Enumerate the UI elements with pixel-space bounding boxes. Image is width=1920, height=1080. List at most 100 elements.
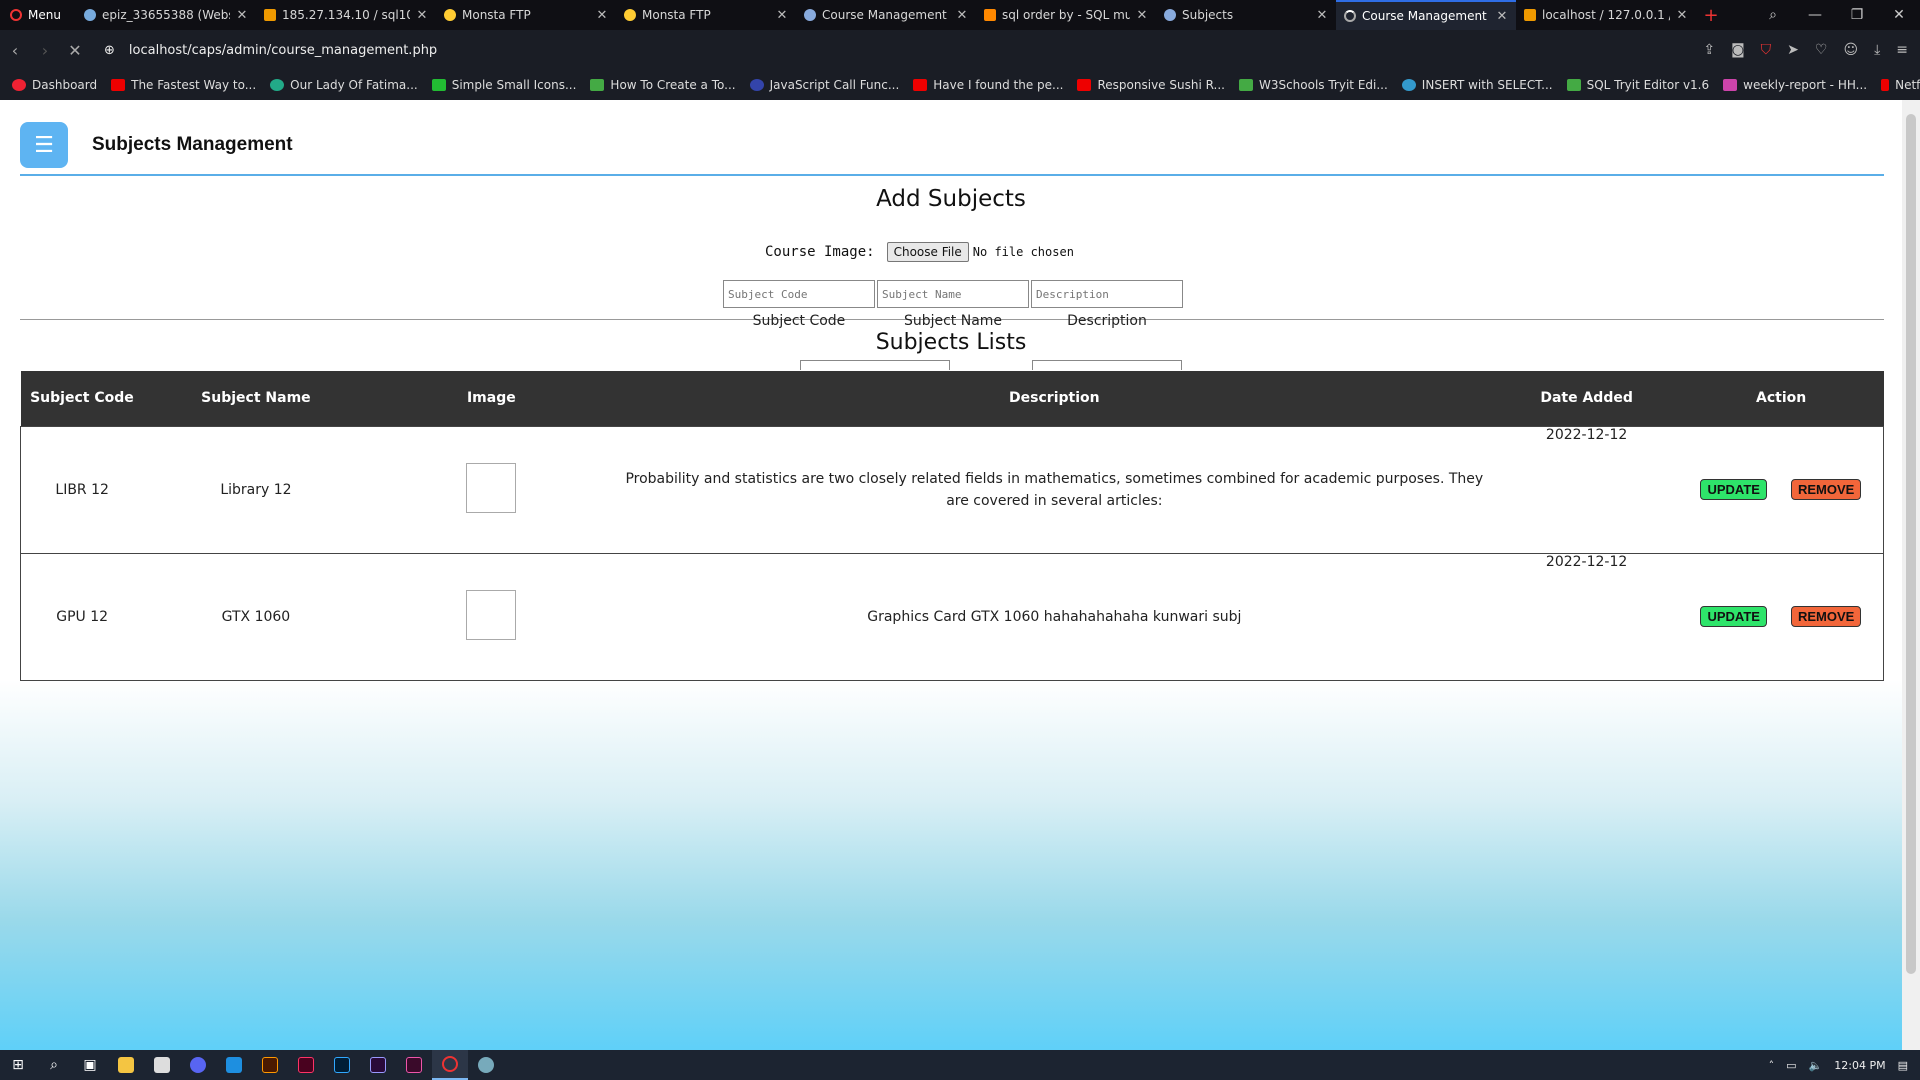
date-added-cell: 2022-12-12 (1545, 426, 1628, 443)
close-window-icon[interactable]: ✕ (1878, 0, 1920, 30)
vscode-icon[interactable] (216, 1050, 252, 1080)
easy-setup-icon[interactable]: ≡ (1896, 42, 1908, 58)
bookmark-item[interactable]: Simple Small Icons... (431, 78, 576, 92)
description-input[interactable] (1031, 280, 1183, 308)
image-cell (369, 426, 615, 553)
description-label: Description (1067, 313, 1147, 329)
remove-button[interactable]: REMOVE (1790, 479, 1862, 500)
bookmark-label: Our Lady Of Fatima... (290, 78, 418, 92)
windows-start-icon[interactable]: ⊞ (0, 1050, 36, 1080)
opera-taskbar-icon[interactable] (432, 1050, 468, 1080)
minimize-icon[interactable]: — (1794, 0, 1836, 30)
bookmark-item[interactable]: How To Create a To... (590, 78, 736, 92)
chevron-up-icon[interactable]: ˄ (1769, 1059, 1775, 1072)
site-info-icon[interactable]: ⊕ (104, 43, 115, 58)
forward-icon[interactable]: › (30, 41, 60, 60)
bookmark-item[interactable]: Responsive Sushi R... (1077, 78, 1225, 92)
volume-icon[interactable]: 🔈 (1809, 1059, 1823, 1072)
stop-loading-icon[interactable]: ✕ (60, 41, 90, 60)
close-icon[interactable]: ✕ (1316, 8, 1328, 23)
close-icon[interactable]: ✕ (416, 8, 428, 23)
bookmark-item[interactable]: SQL Tryit Editor v1.6 (1566, 78, 1709, 92)
tab-monsta-ftp-1[interactable]: Monsta FTP ✕ (436, 0, 616, 30)
profile-icon[interactable]: ☺ (1843, 42, 1858, 58)
bookmark-item[interactable]: INSERT with SELECT... (1401, 78, 1553, 92)
search-icon[interactable]: ⌕ (36, 1050, 72, 1080)
share-icon[interactable]: ⇪ (1703, 42, 1715, 58)
bookmark-item[interactable]: Our Lady Of Fatima... (270, 78, 418, 92)
column-header: Description (1009, 390, 1100, 407)
close-icon[interactable]: ✕ (776, 8, 788, 23)
back-icon[interactable]: ‹ (0, 41, 30, 60)
bookmark-item[interactable]: weekly-report - HH... (1723, 78, 1867, 92)
monsta-icon (444, 9, 456, 21)
close-icon[interactable]: ✕ (596, 8, 608, 23)
restore-icon[interactable]: ❐ (1836, 0, 1878, 30)
send-icon[interactable]: ➤ (1787, 42, 1799, 58)
tab-course-management-active[interactable]: Course Management ✕ (1336, 0, 1516, 30)
bookmark-item[interactable]: Have I found the pe... (913, 78, 1063, 92)
no-file-chosen-text: No file chosen (972, 245, 1074, 259)
task-view-icon[interactable]: ▣ (72, 1050, 108, 1080)
bookmark-item[interactable]: W3Schools Tryit Edi... (1238, 78, 1388, 92)
search-icon[interactable]: ⌕ (1752, 0, 1794, 30)
subject-code-input[interactable] (723, 280, 875, 308)
column-header: Image (466, 390, 516, 407)
close-icon[interactable]: ✕ (1136, 8, 1148, 23)
page-scrollbar[interactable] (1902, 100, 1920, 1050)
bookmark-item[interactable]: Dashboard (12, 78, 97, 92)
camera-icon[interactable]: ◙ (1731, 42, 1745, 58)
notification-icon[interactable]: ▤ (1898, 1059, 1908, 1072)
remove-button[interactable]: REMOVE (1790, 606, 1862, 627)
bookmark-favicon-icon (431, 79, 446, 91)
tab-monsta-ftp-2[interactable]: Monsta FTP ✕ (616, 0, 796, 30)
subject-name-label: Subject Name (903, 313, 1003, 329)
description-cell: Probability and statistics are two close… (625, 470, 1484, 509)
tab-subjects[interactable]: Subjects ✕ (1156, 0, 1336, 30)
close-icon[interactable]: ✕ (1496, 9, 1508, 24)
vector-app-icon[interactable] (396, 1050, 432, 1080)
heart-icon[interactable]: ♡ (1815, 42, 1828, 58)
choose-file-button[interactable]: Choose File (886, 242, 969, 262)
subject-name-input[interactable] (877, 280, 1029, 308)
page-title: Subjects Management (92, 134, 293, 155)
premiere-icon[interactable] (360, 1050, 396, 1080)
tab-course-management[interactable]: Course Management ✕ (796, 0, 976, 30)
snipping-tool-icon[interactable] (144, 1050, 180, 1080)
opera-logo-icon (10, 9, 22, 21)
close-icon[interactable]: ✕ (956, 8, 968, 23)
infinity-icon (84, 9, 96, 21)
tab-epiz[interactable]: epiz_33655388 (Website ✕ (76, 0, 256, 30)
hamburger-menu-icon[interactable]: ☰ (20, 122, 68, 168)
app-icon[interactable] (468, 1050, 504, 1080)
scrollbar-thumb[interactable] (1906, 114, 1916, 974)
description-cell: Graphics Card GTX 1060 hahahahahaha kunw… (867, 608, 1242, 625)
download-icon[interactable]: ⤓ (1874, 42, 1880, 58)
close-icon[interactable]: ✕ (1676, 8, 1688, 23)
network-icon[interactable]: ▭ (1786, 1059, 1796, 1072)
photoshop-icon[interactable] (324, 1050, 360, 1080)
bookmark-item[interactable]: Netflix Jobs (1881, 78, 1920, 92)
bookmark-item[interactable]: The Fastest Way to... (111, 78, 256, 92)
close-icon[interactable]: ✕ (236, 8, 248, 23)
broken-image-icon (466, 462, 517, 513)
tab-phpmyadmin-local[interactable]: localhost / 127.0.0.1 / c ✕ (1516, 0, 1696, 30)
indesign-icon[interactable] (288, 1050, 324, 1080)
update-button[interactable]: UPDATE (1700, 479, 1767, 500)
bookmark-label: The Fastest Way to... (131, 78, 257, 92)
update-button[interactable]: UPDATE (1700, 606, 1767, 627)
discord-icon[interactable] (180, 1050, 216, 1080)
illustrator-icon[interactable] (252, 1050, 288, 1080)
phpmyadmin-icon (264, 9, 276, 21)
tab-phpmyadmin-remote[interactable]: 185.27.134.10 / sql108.e ✕ (256, 0, 436, 30)
tab-sql-order-by[interactable]: sql order by - SQL multi ✕ (976, 0, 1156, 30)
clock-time[interactable]: 12:04 PM (1834, 1059, 1885, 1072)
new-tab-icon[interactable]: + (1696, 5, 1726, 26)
url-field[interactable]: ⊕ localhost/caps/admin/course_management… (104, 43, 437, 58)
browser-menu-button[interactable]: Menu (0, 0, 76, 30)
action-cell: UPDATE REMOVE (1679, 426, 1884, 553)
windows-taskbar: ⊞ ⌕ ▣ ˄ ▭ 🔈 12:04 PM ▤ (0, 1050, 1920, 1080)
file-explorer-icon[interactable] (108, 1050, 144, 1080)
shield-icon[interactable]: ⛉ (1761, 42, 1772, 58)
bookmark-item[interactable]: JavaScript Call Func... (749, 78, 899, 92)
